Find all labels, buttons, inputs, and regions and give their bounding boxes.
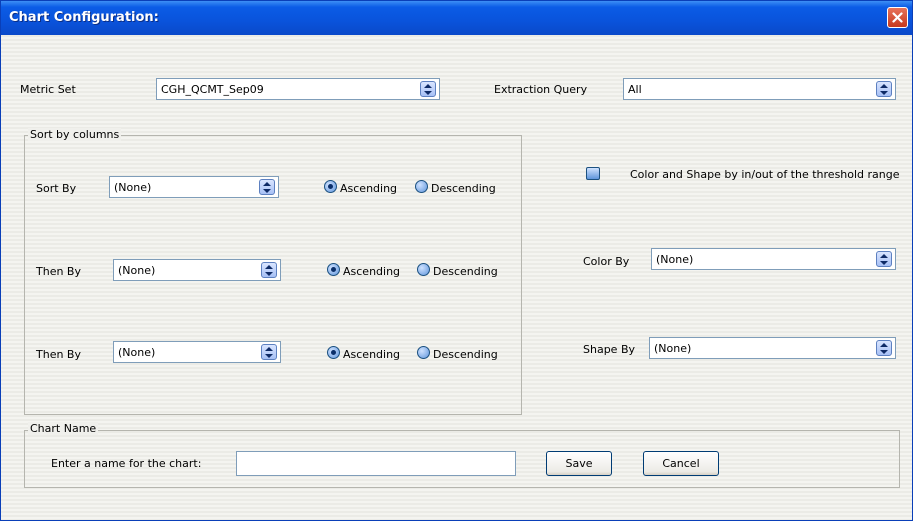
shape-by-dropdown[interactable]: (None) <box>649 337 896 359</box>
chart-name-prompt: Enter a name for the chart: <box>51 457 202 470</box>
then-by-descending-label[interactable]: Descending <box>433 265 498 278</box>
then-by-ascending-label[interactable]: Ascending <box>343 265 400 278</box>
then-by-value: (None) <box>118 346 156 359</box>
then-by-label: Then By <box>36 265 81 278</box>
chart-configuration-dialog: Chart Configuration: Metric Set CGH_QCMT… <box>0 0 913 521</box>
updown-arrow-icon[interactable] <box>876 251 892 267</box>
then-by-value: (None) <box>118 264 156 277</box>
updown-arrow-icon[interactable] <box>876 81 892 97</box>
color-by-label: Color By <box>583 255 630 268</box>
sort-by-descending-label[interactable]: Descending <box>431 182 496 195</box>
window-title: Chart Configuration: <box>9 10 159 25</box>
updown-arrow-icon[interactable] <box>876 340 892 356</box>
radio-selected-dot <box>331 350 336 355</box>
close-button[interactable] <box>887 7 908 28</box>
color-by-value: (None) <box>656 253 694 266</box>
sort-by-dropdown[interactable]: (None) <box>109 176 279 198</box>
then-by-descending-radio[interactable] <box>417 263 430 276</box>
cancel-button[interactable]: Cancel <box>643 451 719 476</box>
close-icon <box>892 12 903 23</box>
metric-set-value: CGH_QCMT_Sep09 <box>161 83 264 96</box>
sort-by-columns-legend: Sort by columns <box>28 128 122 141</box>
metric-set-label: Metric Set <box>20 83 76 96</box>
sort-by-value: (None) <box>114 181 152 194</box>
color-by-dropdown[interactable]: (None) <box>651 248 896 270</box>
extraction-query-value: All <box>628 83 642 96</box>
then-by-dropdown[interactable]: (None) <box>113 259 281 281</box>
sort-by-label: Sort By <box>36 182 77 195</box>
cancel-button-label: Cancel <box>662 457 700 470</box>
sort-by-descending-radio[interactable] <box>415 180 428 193</box>
updown-arrow-icon[interactable] <box>261 344 277 360</box>
shape-by-label: Shape By <box>583 343 635 356</box>
then-by-ascending-label[interactable]: Ascending <box>343 348 400 361</box>
then-by-ascending-radio[interactable] <box>327 263 340 276</box>
extraction-query-label: Extraction Query <box>494 83 588 96</box>
then-by-dropdown[interactable]: (None) <box>113 341 281 363</box>
then-by-ascending-radio[interactable] <box>327 346 340 359</box>
then-by-descending-label[interactable]: Descending <box>433 348 498 361</box>
updown-arrow-icon[interactable] <box>420 81 436 97</box>
shape-by-value: (None) <box>654 342 692 355</box>
chart-name-legend: Chart Name <box>28 422 99 435</box>
updown-arrow-icon[interactable] <box>261 262 277 278</box>
sort-by-ascending-label[interactable]: Ascending <box>340 182 397 195</box>
threshold-checkbox-label[interactable]: Color and Shape by in/out of the thresho… <box>630 168 900 181</box>
sort-by-ascending-radio[interactable] <box>324 180 337 193</box>
save-button-label: Save <box>565 457 593 470</box>
updown-arrow-icon[interactable] <box>259 179 275 195</box>
metric-set-dropdown[interactable]: CGH_QCMT_Sep09 <box>156 78 440 100</box>
chart-name-input[interactable] <box>236 451 516 476</box>
then-by-label: Then By <box>36 348 81 361</box>
save-button[interactable]: Save <box>546 451 612 476</box>
radio-selected-dot <box>331 267 336 272</box>
threshold-checkbox[interactable] <box>586 167 600 180</box>
title-bar[interactable]: Chart Configuration: <box>1 1 912 35</box>
extraction-query-dropdown[interactable]: All <box>623 78 896 100</box>
radio-selected-dot <box>328 184 333 189</box>
then-by-descending-radio[interactable] <box>417 346 430 359</box>
